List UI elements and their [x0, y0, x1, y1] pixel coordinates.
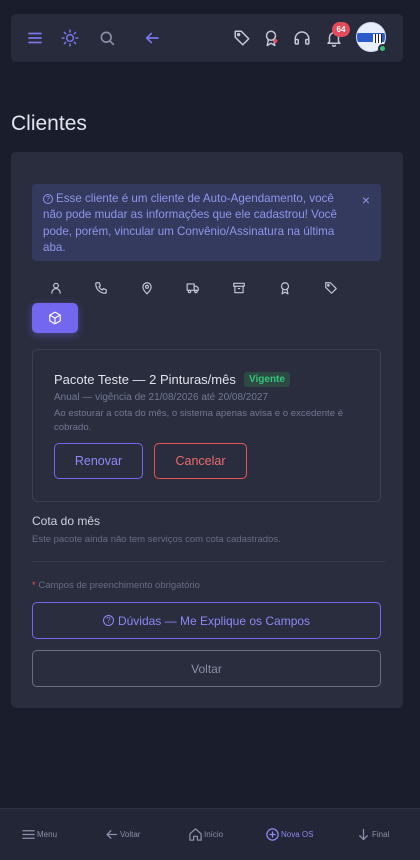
search-icon[interactable] — [97, 28, 117, 48]
sun-icon[interactable] — [60, 28, 80, 48]
status-badge: Vigente — [244, 372, 290, 387]
tab-archive-icon[interactable] — [227, 276, 251, 300]
back-button[interactable]: Voltar — [32, 650, 381, 687]
tab-truck-icon[interactable] — [181, 276, 205, 300]
question-circle-icon: ? — [102, 615, 114, 626]
bottom-nav-back[interactable]: Voltar — [104, 827, 140, 842]
tag-icon[interactable] — [232, 28, 252, 48]
notification-badge: 64 — [332, 22, 350, 37]
required-star: * — [32, 580, 36, 591]
package-overflow-note: Ao estourar a cota do mês, o sistema ape… — [54, 408, 344, 433]
quota-title: Cota do mês — [32, 514, 101, 528]
required-text: Campos de preenchimento obrigatório — [38, 580, 200, 591]
bottom-nav-menu[interactable]: Menu — [21, 827, 57, 842]
help-button[interactable]: ? Dúvidas — Me Explique os Campos — [32, 602, 381, 639]
arrow-left-icon — [106, 830, 118, 839]
help-button-label: Dúvidas — Me Explique os Campos — [117, 613, 311, 628]
bottom-nav-menu-label: Menu — [37, 830, 58, 839]
bottom-nav-new-os[interactable]: Nova OS — [265, 827, 313, 842]
top-navbar: 64 — [11, 14, 403, 62]
menu-icon — [22, 830, 35, 839]
bottom-nav-end-label: Final — [372, 830, 390, 839]
award-icon[interactable] — [261, 28, 281, 48]
home-icon — [189, 828, 202, 841]
quota-note: Este pacote ainda não tem serviços com c… — [32, 534, 281, 545]
package-panel: Pacote Teste — 2 Pinturas/mês Vigente An… — [32, 349, 381, 502]
page-title: Clientes — [11, 112, 87, 135]
arrow-left-icon[interactable] — [142, 28, 162, 48]
tab-package-icon[interactable] — [32, 303, 78, 333]
package-validity: Anual — vigência de 21/08/2026 até 20/08… — [54, 392, 269, 403]
tab-phone-icon[interactable] — [89, 276, 113, 300]
bottom-nav-end[interactable]: Final — [356, 827, 389, 842]
cancel-button[interactable]: Cancelar — [154, 443, 247, 479]
bottom-nav-home-label: Início — [204, 830, 224, 839]
question-circle-icon: ? — [43, 194, 53, 204]
bottom-nav-home[interactable]: Início — [188, 827, 223, 842]
bottom-nav-new-os-label: Nova OS — [281, 830, 314, 839]
headphones-icon[interactable] — [292, 28, 312, 48]
tab-user-icon[interactable] — [44, 276, 68, 300]
tab-tag-icon[interactable] — [319, 276, 343, 300]
online-status-dot — [378, 44, 387, 53]
close-icon[interactable]: × — [362, 192, 370, 208]
arrow-down-icon — [359, 828, 368, 841]
bottom-nav-back-label: Voltar — [120, 830, 141, 839]
bottom-nav: Menu Voltar Início Nova OS Final — [0, 808, 420, 860]
required-fields-note: * Campos de preenchimento obrigatório — [32, 580, 200, 591]
auto-scheduling-alert: ? Esse cliente é um cliente de Auto-Agend… — [32, 184, 381, 261]
divider — [32, 561, 385, 562]
alert-text: Esse cliente é um cliente de Auto-Agenda… — [43, 192, 337, 254]
tab-map-pin-icon[interactable] — [135, 276, 159, 300]
package-title: Pacote Teste — 2 Pinturas/mês — [54, 372, 236, 387]
tab-award-icon[interactable] — [273, 276, 297, 300]
client-tabs — [32, 276, 381, 302]
menu-icon[interactable] — [25, 28, 45, 48]
plus-circle-icon — [266, 828, 279, 841]
client-card: ? Esse cliente é um cliente de Auto-Agend… — [11, 152, 403, 708]
renew-button[interactable]: Renovar — [54, 443, 143, 479]
